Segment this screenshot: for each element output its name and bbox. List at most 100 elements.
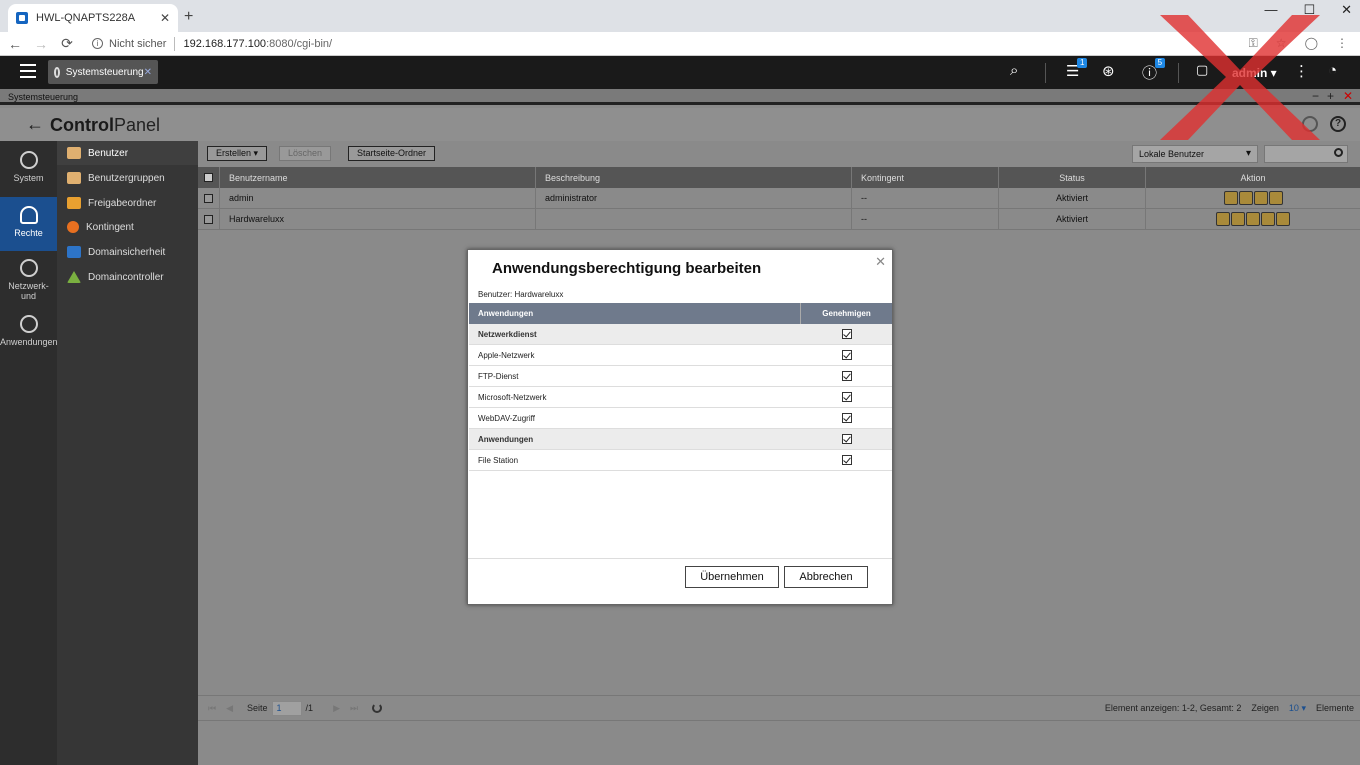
- browser-tab[interactable]: HWL-QNAPTS228A ✕: [8, 4, 178, 32]
- account-profile-icon[interactable]: [1216, 212, 1230, 226]
- refresh-icon[interactable]: [372, 703, 383, 713]
- user-group-icon[interactable]: [1253, 191, 1268, 205]
- rail-item-network[interactable]: Netzwerk- und: [0, 259, 57, 304]
- column-header[interactable]: Benutzername: [220, 167, 536, 188]
- main-menu-icon[interactable]: [20, 64, 36, 78]
- window-title: Systemsteuerung: [8, 92, 79, 102]
- back-arrow-icon[interactable]: ←: [26, 114, 44, 135]
- app-permission-icon[interactable]: [1261, 212, 1275, 226]
- rail-item-apps[interactable]: Anwendungen: [0, 315, 58, 360]
- edit-account-icon[interactable]: [1231, 212, 1245, 226]
- close-app-tab-icon[interactable]: ✕: [144, 67, 152, 78]
- external-devices-icon[interactable]: ⊛: [1102, 62, 1115, 80]
- allow-checkbox[interactable]: [841, 371, 852, 381]
- table-row[interactable]: admin administrator -- Aktiviert: [198, 188, 1360, 209]
- globe-icon: [19, 259, 38, 277]
- sub-navigation: Benutzer Benutzergruppen Freigabeordner …: [57, 141, 198, 765]
- show-label: Zeigen: [1251, 703, 1279, 713]
- background-tasks-icon[interactable]: ☰ 1: [1066, 58, 1088, 80]
- user-menu[interactable]: admin ▾: [1232, 66, 1277, 80]
- minimize-window-button[interactable]: —: [1264, 2, 1277, 18]
- app-permission-icon[interactable]: [1268, 191, 1283, 205]
- allow-checkbox[interactable]: [841, 413, 852, 423]
- row-checkbox[interactable]: [204, 214, 213, 224]
- user-group-icon[interactable]: [1246, 212, 1260, 226]
- allow-checkbox[interactable]: [841, 392, 852, 402]
- page-label: Seite: [247, 703, 268, 713]
- create-button[interactable]: Erstellen ▾: [207, 146, 268, 161]
- permission-label: Netzwerkdienst: [478, 330, 537, 339]
- tab-close-icon[interactable]: ✕: [160, 11, 170, 25]
- key-icon[interactable]: ⚿: [1249, 36, 1258, 51]
- user-avatar-icon[interactable]: ▢: [1196, 62, 1208, 78]
- maximize-app-button[interactable]: +: [1327, 89, 1334, 103]
- maximize-window-button[interactable]: ☐: [1303, 2, 1315, 18]
- rail-item-rechte[interactable]: Rechte: [0, 197, 57, 251]
- reload-icon[interactable]: ⟳: [56, 35, 78, 52]
- minimize-app-button[interactable]: −: [1312, 89, 1319, 103]
- subnav-item-label: Domaincontroller: [88, 271, 164, 283]
- delete-button[interactable]: Löschen: [279, 146, 332, 161]
- address-bar: ← → ⟳ i Nicht sicher 192.168.177.100:808…: [0, 32, 1360, 56]
- subnav-item-freigabeordner[interactable]: Freigabeordner: [57, 191, 198, 215]
- open-app-tab[interactable]: Systemsteuerung ✕: [48, 60, 158, 84]
- close-window-button[interactable]: ✕: [1341, 2, 1352, 18]
- shared-folder-permission-icon[interactable]: [1276, 212, 1290, 226]
- url-path: :8080/cgi-bin/: [266, 37, 333, 50]
- subnav-item-benutzer[interactable]: Benutzer: [57, 141, 198, 165]
- allow-checkbox[interactable]: [841, 455, 852, 465]
- subnav-item-domainsicherheit[interactable]: Domainsicherheit: [57, 240, 198, 264]
- rail-item-system[interactable]: System: [0, 151, 57, 196]
- next-page-icon[interactable]: ▶: [333, 703, 340, 714]
- domain-security-icon: [67, 246, 81, 258]
- gear-icon: [19, 151, 38, 169]
- close-icon[interactable]: ✕: [875, 254, 886, 270]
- allow-checkbox[interactable]: [841, 329, 852, 339]
- row-checkbox[interactable]: [204, 193, 213, 203]
- edit-account-icon[interactable]: [1238, 191, 1253, 205]
- profile-icon[interactable]: ◯: [1305, 36, 1318, 51]
- permission-row: Apple-Netzwerk: [469, 345, 892, 366]
- help-icon[interactable]: ?: [1330, 116, 1346, 132]
- last-page-icon[interactable]: ⏭: [350, 703, 358, 714]
- items-label: Elemente: [1315, 703, 1354, 713]
- first-page-icon[interactable]: ⏮: [208, 703, 216, 714]
- more-options-icon[interactable]: ⋮: [1294, 62, 1309, 80]
- table-row[interactable]: Hardwareluxx -- Aktiviert: [198, 209, 1360, 230]
- security-indicator[interactable]: i Nicht sicher: [92, 38, 166, 50]
- dashboard-icon[interactable]: ◔: [1328, 62, 1337, 79]
- home-folder-button[interactable]: Startseite-Ordner: [348, 146, 436, 161]
- column-header[interactable]: Beschreibung: [536, 167, 852, 188]
- subnav-item-domaincontroller[interactable]: Domaincontroller: [57, 265, 198, 289]
- browser-menu-icon[interactable]: ⋮: [1336, 36, 1348, 51]
- allow-checkbox[interactable]: [841, 350, 852, 360]
- allow-checkbox[interactable]: [841, 434, 852, 444]
- account-profile-icon[interactable]: [1223, 191, 1238, 205]
- back-icon[interactable]: ←: [4, 36, 26, 52]
- page-size-select[interactable]: 10 ▾: [1289, 703, 1306, 714]
- description-cell: [536, 209, 852, 229]
- previous-page-icon[interactable]: ◀: [226, 703, 233, 714]
- table-header: Benutzername Beschreibung Kontingent Sta…: [198, 167, 1360, 188]
- new-tab-button[interactable]: +: [184, 8, 193, 26]
- bookmark-star-icon[interactable]: ☆: [1276, 36, 1287, 51]
- subnav-item-kontingent[interactable]: Kontingent: [57, 215, 198, 239]
- apply-button[interactable]: Übernehmen: [685, 566, 779, 588]
- notifications-icon[interactable]: ⓘ 5: [1142, 58, 1166, 83]
- column-header[interactable]: Kontingent: [852, 167, 999, 188]
- search-icon[interactable]: ⌕: [1010, 62, 1018, 79]
- quota-cell: --: [852, 188, 999, 208]
- cancel-button[interactable]: Abbrechen: [784, 566, 868, 588]
- column-header[interactable]: Status: [999, 167, 1146, 188]
- search-input[interactable]: [1264, 145, 1348, 163]
- dialog-user-line: Benutzer: Hardwareluxx: [478, 290, 564, 299]
- page-number-input[interactable]: 1: [271, 700, 302, 716]
- subnav-item-benutzergruppen[interactable]: Benutzergruppen: [57, 166, 198, 190]
- user-type-select[interactable]: Lokale Benutzer: [1132, 145, 1258, 163]
- search-icon[interactable]: [1302, 116, 1318, 132]
- url-field[interactable]: 192.168.177.100:8080/cgi-bin/: [183, 38, 332, 50]
- divider: [1178, 63, 1179, 83]
- select-all-checkbox[interactable]: [204, 173, 213, 182]
- forward-icon[interactable]: →: [30, 36, 52, 52]
- close-app-button[interactable]: ✕: [1343, 89, 1353, 103]
